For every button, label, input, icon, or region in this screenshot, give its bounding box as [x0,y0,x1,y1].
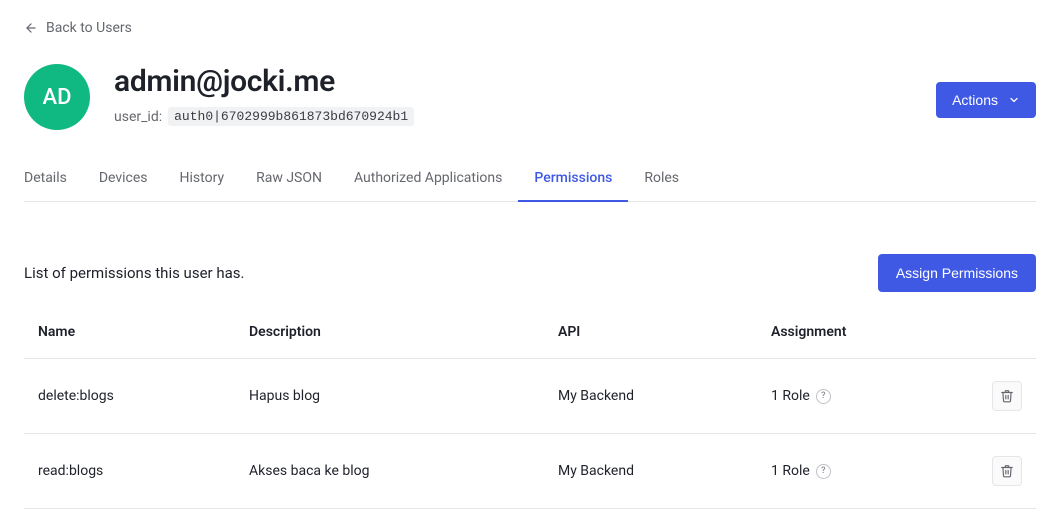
chevron-down-icon [1008,94,1020,106]
actions-button[interactable]: Actions [936,82,1036,118]
permissions-table: Name Description API Assignment delete:b… [24,324,1036,509]
col-header-assignment: Assignment [759,324,972,359]
tab-devices[interactable]: Devices [83,170,164,202]
delete-permission-button[interactable] [992,456,1022,486]
col-header-name: Name [24,324,237,359]
table-row: delete:blogs Hapus blog My Backend 1 Rol… [24,359,1036,434]
trash-icon [1000,389,1014,403]
back-link-label: Back to Users [46,20,132,36]
back-to-users-link[interactable]: Back to Users [24,20,132,36]
assign-permissions-button[interactable]: Assign Permissions [878,254,1036,292]
avatar: AD [24,64,90,130]
user-id-label: user_id: [114,109,162,125]
permission-api: My Backend [546,359,759,434]
avatar-initials: AD [43,85,72,110]
arrow-left-icon [24,21,38,35]
tab-details[interactable]: Details [24,170,83,202]
permission-api: My Backend [546,434,759,509]
permission-description: Hapus blog [237,359,546,434]
help-icon[interactable]: ? [816,464,831,479]
permission-name: delete:blogs [24,359,237,434]
col-header-api: API [546,324,759,359]
table-row: read:blogs Akses baca ke blog My Backend… [24,434,1036,509]
delete-permission-button[interactable] [992,381,1022,411]
tab-roles[interactable]: Roles [628,170,695,202]
permission-name: read:blogs [24,434,237,509]
tab-authorized-applications[interactable]: Authorized Applications [338,170,518,202]
tab-permissions[interactable]: Permissions [518,170,628,202]
page-title: admin@jocki.me [114,64,414,99]
tab-raw-json[interactable]: Raw JSON [240,170,338,202]
permission-assignment: 1 Role [771,388,810,404]
permissions-description: List of permissions this user has. [24,264,244,282]
col-header-description: Description [237,324,546,359]
actions-button-label: Actions [952,92,998,108]
trash-icon [1000,464,1014,478]
help-icon[interactable]: ? [816,389,831,404]
user-id-value: auth0|6702999b861873bd670924b1 [168,107,414,126]
tabs: Details Devices History Raw JSON Authori… [24,170,1036,202]
permission-assignment: 1 Role [771,463,810,479]
permission-description: Akses baca ke blog [237,434,546,509]
tab-history[interactable]: History [164,170,241,202]
